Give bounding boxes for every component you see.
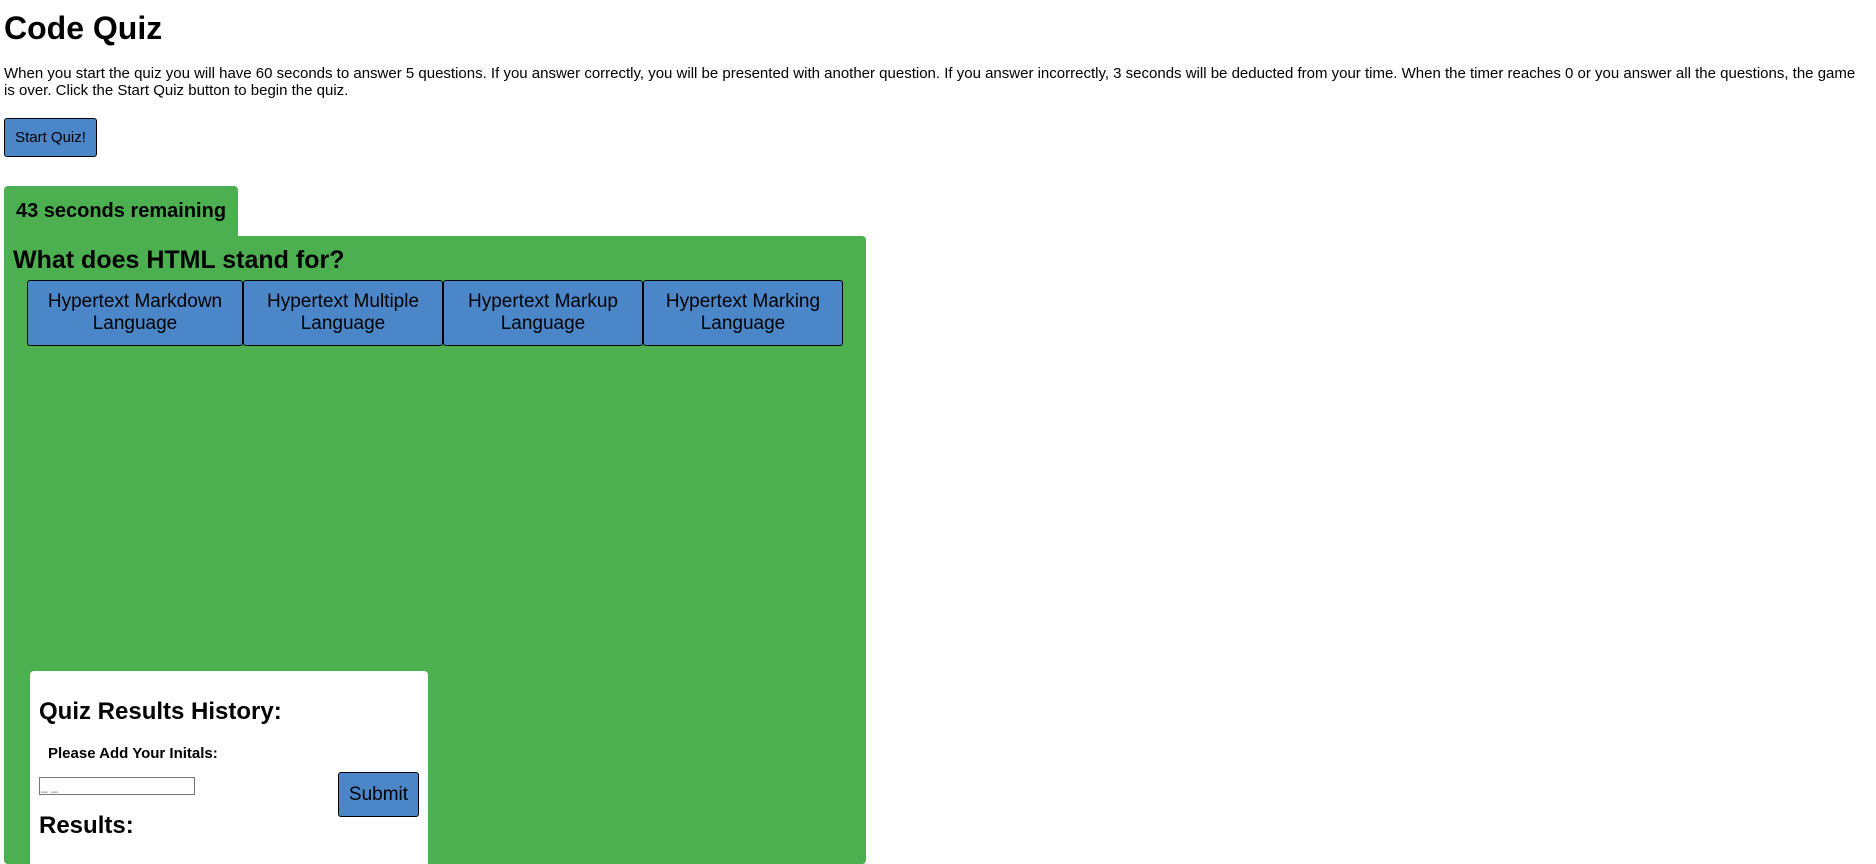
answer-button-1[interactable]: Hypertext Markdown Language <box>27 280 243 346</box>
results-history-title: Quiz Results History: <box>39 698 282 725</box>
quiz-instructions: When you start the quiz you will have 60… <box>4 65 1856 99</box>
start-quiz-button[interactable]: Start Quiz! <box>4 118 97 157</box>
page-title: Code Quiz <box>4 10 163 46</box>
question-text: What does HTML stand for? <box>13 246 345 274</box>
answer-button-3[interactable]: Hypertext Markup Language <box>443 280 643 346</box>
quiz-panel: What does HTML stand for? Hypertext Mark… <box>4 236 866 864</box>
timer-tab: 43 seconds remaining <box>4 186 238 236</box>
timer-text: 43 seconds remaining <box>15 199 227 222</box>
submit-button[interactable]: Submit <box>338 772 419 817</box>
results-heading: Results: <box>39 812 134 839</box>
page: Code Quiz When you start the quiz you wi… <box>0 0 1876 864</box>
initials-label: Please Add Your Initals: <box>48 745 218 762</box>
answer-button-4[interactable]: Hypertext Marking Language <box>643 280 843 346</box>
initials-input[interactable] <box>39 777 195 795</box>
answer-list: Hypertext Markdown Language Hypertext Mu… <box>27 280 843 346</box>
results-card: Quiz Results History: Please Add Your In… <box>30 671 428 864</box>
answer-button-2[interactable]: Hypertext Multiple Language <box>243 280 443 346</box>
